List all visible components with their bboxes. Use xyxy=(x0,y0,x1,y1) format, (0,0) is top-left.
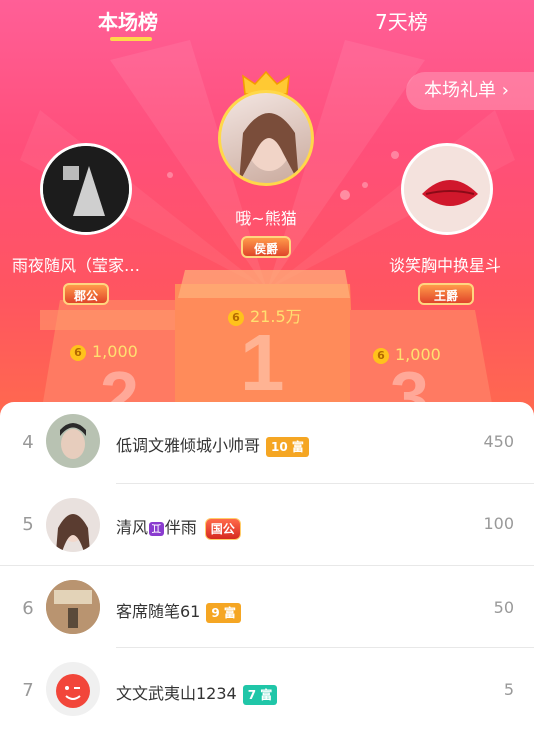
avatar[interactable] xyxy=(46,414,100,468)
noble-badge: 国公 xyxy=(204,517,241,540)
avatar-rank-3[interactable] xyxy=(401,143,493,235)
score: 5 xyxy=(503,680,514,699)
score: 50 xyxy=(493,598,514,617)
user-name: 低调文雅倾城小帅哥 10 富 xyxy=(116,432,309,457)
coin-icon: 6 xyxy=(228,309,244,326)
rank-1-score: 6 21.5万 xyxy=(228,303,302,327)
rank-number: 7 xyxy=(22,680,34,701)
rank-number: 4 xyxy=(22,432,34,453)
gemini-icon: ♊ xyxy=(149,522,164,536)
avatar[interactable] xyxy=(46,498,100,552)
podium-number-1: 1 xyxy=(240,318,285,407)
rank-1-noble-badge: 侯爵 xyxy=(241,236,291,258)
leaderboard-hero: 本场榜 7天榜 本场礼单 › 2 1 3 哦~熊猫 侯爵 6 21.5万 雨夜随风… xyxy=(0,0,534,420)
rank-2-score: 6 1,000 xyxy=(70,342,138,361)
score: 450 xyxy=(483,432,514,451)
rank-2-noble-badge: 郡公 xyxy=(63,283,109,305)
coin-icon: 6 xyxy=(373,347,389,364)
user-name: 客席随笔61 9 富 xyxy=(116,598,241,623)
list-item[interactable]: 7 文文武夷山1234 7 富 5 xyxy=(0,648,534,730)
coin-icon: 6 xyxy=(70,344,86,361)
avatar-rank-1[interactable] xyxy=(218,90,314,186)
rank-2-name: 雨夜随风（莹家… xyxy=(12,256,141,275)
rank-3-name: 谈笑胸中换星斗 xyxy=(388,256,501,275)
rank-3-score: 6 1,000 xyxy=(373,345,441,364)
wealth-level-badge: 7 富 xyxy=(242,684,278,705)
rank-3-noble-badge: 王爵 xyxy=(418,283,474,305)
tab-bar: 本场榜 7天榜 xyxy=(0,0,534,50)
rank-1-name: 哦~熊猫 xyxy=(235,209,297,228)
list-item[interactable]: 6 客席随笔61 9 富 50 xyxy=(0,566,534,648)
user-name: 文文武夷山1234 7 富 xyxy=(116,680,278,705)
tab-7-days[interactable]: 7天榜 xyxy=(375,6,428,35)
list-item[interactable]: 5 清风 ♊ 伴雨 国公 100 xyxy=(0,484,534,566)
rank-number: 5 xyxy=(22,514,34,535)
avatar[interactable] xyxy=(46,580,100,634)
avatar-rank-2[interactable] xyxy=(40,143,132,235)
rank-number: 6 xyxy=(22,598,34,619)
tab-current-session[interactable]: 本场榜 xyxy=(98,6,158,35)
gift-list-button[interactable]: 本场礼单 › xyxy=(406,72,534,110)
score: 100 xyxy=(483,514,514,533)
ranking-list: 4 低调文雅倾城小帅哥 10 富 450 5 清风 ♊ 伴雨 国公 100 6 客席随笔… xyxy=(0,402,534,716)
wealth-level-badge: 9 富 xyxy=(206,602,241,623)
user-name: 清风 ♊ 伴雨 国公 xyxy=(116,514,241,540)
avatar[interactable] xyxy=(46,662,100,716)
list-item[interactable]: 4 低调文雅倾城小帅哥 10 富 450 xyxy=(0,402,534,484)
wealth-level-badge: 10 富 xyxy=(266,436,309,457)
active-tab-indicator xyxy=(110,37,152,41)
